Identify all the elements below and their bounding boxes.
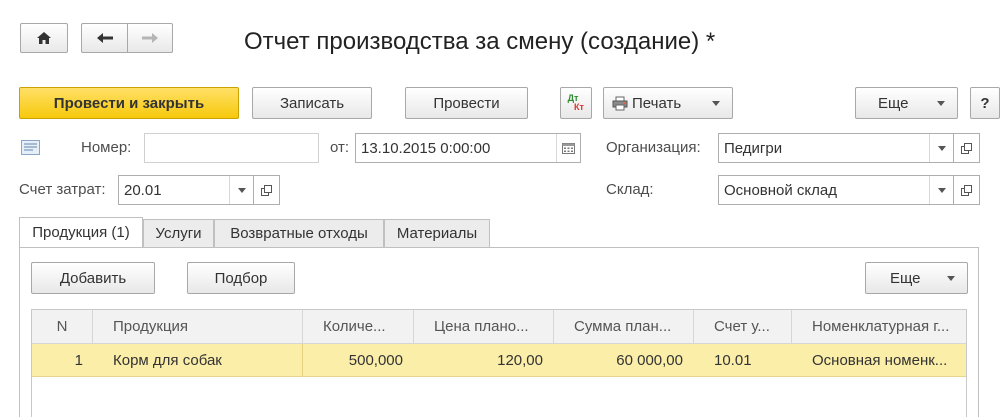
more-label: Еще xyxy=(878,94,909,112)
column-header-plan-sum[interactable]: Сумма план... xyxy=(554,310,693,343)
cost-account-open-button[interactable] xyxy=(254,175,280,205)
back-button[interactable] xyxy=(81,23,127,53)
column-header-product[interactable]: Продукция xyxy=(93,310,302,343)
cell-plan-sum: 60 000,00 xyxy=(616,351,683,369)
post-button[interactable]: Провести xyxy=(405,87,528,119)
cell-product: Корм для собак xyxy=(113,351,222,369)
organization-dropdown[interactable] xyxy=(929,134,953,162)
column-header-n[interactable]: N xyxy=(32,310,92,343)
organization-open-button[interactable] xyxy=(954,133,980,163)
number-label: Номер: xyxy=(81,139,132,156)
column-header-account[interactable]: Счет у... xyxy=(694,310,791,343)
home-icon xyxy=(37,32,51,44)
cost-account-field[interactable]: 20.01 xyxy=(118,175,254,205)
more-actions-button[interactable]: Еще xyxy=(855,87,958,119)
cost-account-label: Счет затрат: xyxy=(19,181,106,198)
warehouse-label: Склад: xyxy=(606,181,654,198)
printer-icon xyxy=(612,96,628,110)
open-icon xyxy=(261,184,272,196)
warehouse-open-button[interactable] xyxy=(954,175,980,205)
chevron-down-icon xyxy=(937,145,946,151)
organization-label: Организация: xyxy=(606,139,701,156)
home-button[interactable] xyxy=(20,23,68,53)
document-icon xyxy=(21,140,40,155)
tab-products[interactable]: Продукция (1) xyxy=(19,217,143,247)
arrow-left-icon xyxy=(96,33,113,43)
column-header-nomenclature-group[interactable]: Номенклатурная г... xyxy=(792,310,966,343)
cell-plan-price: 120,00 xyxy=(497,351,543,369)
page-title: Отчет производства за смену (создание) * xyxy=(244,28,716,55)
chevron-down-icon xyxy=(237,187,246,193)
arrow-right-icon xyxy=(142,33,158,43)
date-field[interactable]: 13.10.2015 0:00:00 xyxy=(355,133,581,163)
chevron-down-icon xyxy=(947,276,955,281)
warehouse-field[interactable]: Основной склад xyxy=(718,175,954,205)
column-header-quantity[interactable]: Количе... xyxy=(303,310,413,343)
dt-kt-button[interactable]: Дт Кт xyxy=(560,87,592,119)
calendar-icon xyxy=(562,142,575,154)
print-button[interactable]: Печать xyxy=(603,87,733,119)
cell-nomenclature-group: Основная номенк... xyxy=(812,351,948,369)
table-header: N Продукция Количе... Цена плано... Сумм… xyxy=(32,310,966,344)
chevron-down-icon xyxy=(712,101,720,106)
tab-materials[interactable]: Материалы xyxy=(384,219,490,247)
tab-return-waste[interactable]: Возвратные отходы xyxy=(214,219,384,247)
column-header-plan-price[interactable]: Цена плано... xyxy=(414,310,553,343)
open-icon xyxy=(961,184,972,196)
open-icon xyxy=(961,142,972,154)
table-more-button[interactable]: Еще xyxy=(865,262,968,294)
cost-account-dropdown[interactable] xyxy=(229,176,253,204)
forward-button[interactable] xyxy=(127,23,173,53)
number-field[interactable] xyxy=(144,133,319,163)
cell-quantity: 500,000 xyxy=(348,351,403,369)
date-label: от: xyxy=(330,139,350,156)
warehouse-dropdown[interactable] xyxy=(929,176,953,204)
tab-services[interactable]: Услуги xyxy=(143,219,214,247)
products-table: N Продукция Количе... Цена плано... Сумм… xyxy=(31,309,967,417)
more-label: Еще xyxy=(890,269,921,287)
add-button[interactable]: Добавить xyxy=(31,262,155,294)
organization-field[interactable]: Педигри xyxy=(718,133,954,163)
chevron-down-icon xyxy=(937,101,945,106)
pick-button[interactable]: Подбор xyxy=(187,262,295,294)
print-label: Печать xyxy=(632,94,682,112)
table-row[interactable]: 1 Корм для собак 500,000 120,00 60 000,0… xyxy=(32,344,966,377)
dt-kt-icon: Дт Кт xyxy=(567,93,584,112)
save-button[interactable]: Записать xyxy=(252,87,372,119)
cell-account: 10.01 xyxy=(714,351,752,369)
chevron-down-icon xyxy=(937,187,946,193)
post-and-close-button[interactable]: Провести и закрыть xyxy=(19,87,239,119)
calendar-button[interactable] xyxy=(556,134,580,162)
help-button[interactable]: ? xyxy=(970,87,1000,119)
